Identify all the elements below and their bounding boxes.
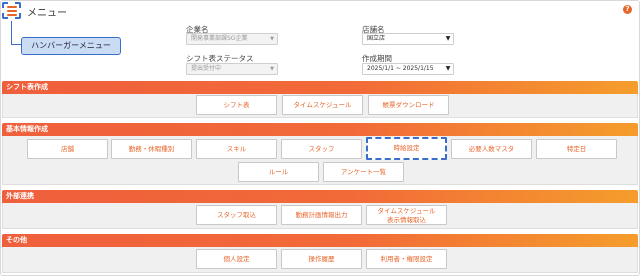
company-select: 開発事業部課SG企業 ▼ (186, 33, 278, 45)
work-leave-type-button[interactable]: 勤務・休暇種別 (111, 139, 192, 159)
time-schedule-button[interactable]: タイムスケジュール (282, 95, 363, 115)
store-value: 国立店 (367, 35, 386, 42)
shift-table-button[interactable]: シフト表 (196, 95, 277, 115)
operation-history-button[interactable]: 操作履歴 (281, 249, 362, 269)
status-select: 提出受付中 ▼ (186, 63, 278, 75)
page-title: メニュー (27, 8, 67, 19)
report-download-button[interactable]: 帳票ダウンロード (368, 95, 449, 115)
hamburger-icon (6, 5, 17, 8)
specific-day-button[interactable]: 特定日 (536, 139, 617, 159)
hamburger-icon-line (6, 9, 17, 12)
chevron-down-icon: ▼ (445, 35, 451, 42)
section-body-shift: シフト表 タイムスケジュール 帳票ダウンロード (2, 94, 638, 118)
staff-button[interactable]: スタッフ (281, 139, 362, 159)
section-header-shift: シフト表作成 (2, 81, 638, 94)
section-header-basic: 基本情報作成 (2, 123, 638, 136)
help-icon[interactable]: ? (623, 5, 632, 14)
staff-import-button[interactable]: スタッフ取込 (196, 205, 277, 225)
skill-button[interactable]: スキル (196, 139, 277, 159)
user-permission-settings-button[interactable]: 利用者・権限設定 (366, 249, 447, 269)
time-schedule-import-line2: 表示情報取込 (387, 216, 426, 224)
time-schedule-import-button[interactable]: タイムスケジュール 表示情報取込 (366, 205, 447, 225)
store-button[interactable]: 店舗 (27, 139, 108, 159)
time-schedule-import-line1: タイムスケジュール (377, 207, 436, 215)
hourly-wage-setting-button[interactable]: 時給設定 (366, 137, 447, 160)
personal-settings-button[interactable]: 個人設定 (196, 249, 277, 269)
chevron-down-icon: ▼ (270, 66, 274, 72)
store-select[interactable]: 国立店 ▼ (362, 33, 454, 45)
hamburger-icon-line (6, 13, 17, 16)
company-value: 開発事業部課SG企業 (191, 35, 248, 42)
required-staff-master-button[interactable]: 必要人数マスタ (451, 139, 532, 159)
period-value: 2025/1/1 ~ 2025/1/15 (367, 65, 434, 72)
section-body-basic: 店舗 勤務・休暇種別 スキル スタッフ 時給設定 必要人数マスタ 特定日 ルール… (2, 136, 638, 185)
work-plan-export-button[interactable]: 勤務計画情報出力 (281, 205, 362, 225)
status-value: 提出受付中 (191, 65, 222, 72)
chevron-down-icon: ▼ (270, 36, 274, 42)
section-body-external: スタッフ取込 勤務計画情報出力 タイムスケジュール 表示情報取込 (2, 203, 638, 229)
survey-list-button[interactable]: アンケート一覧 (323, 162, 404, 182)
section-header-external: 外部連携 (2, 190, 638, 203)
chevron-down-icon: ▼ (445, 65, 451, 72)
rule-button[interactable]: ルール (238, 162, 319, 182)
period-select[interactable]: 2025/1/1 ~ 2025/1/15 ▼ (362, 63, 454, 75)
hamburger-callout: ハンバーガーメニュー (21, 37, 121, 55)
hamburger-menu-button[interactable] (2, 2, 21, 19)
section-body-other: 個人設定 操作履歴 利用者・権限設定 (2, 247, 638, 273)
section-header-other: その他 (2, 234, 638, 247)
